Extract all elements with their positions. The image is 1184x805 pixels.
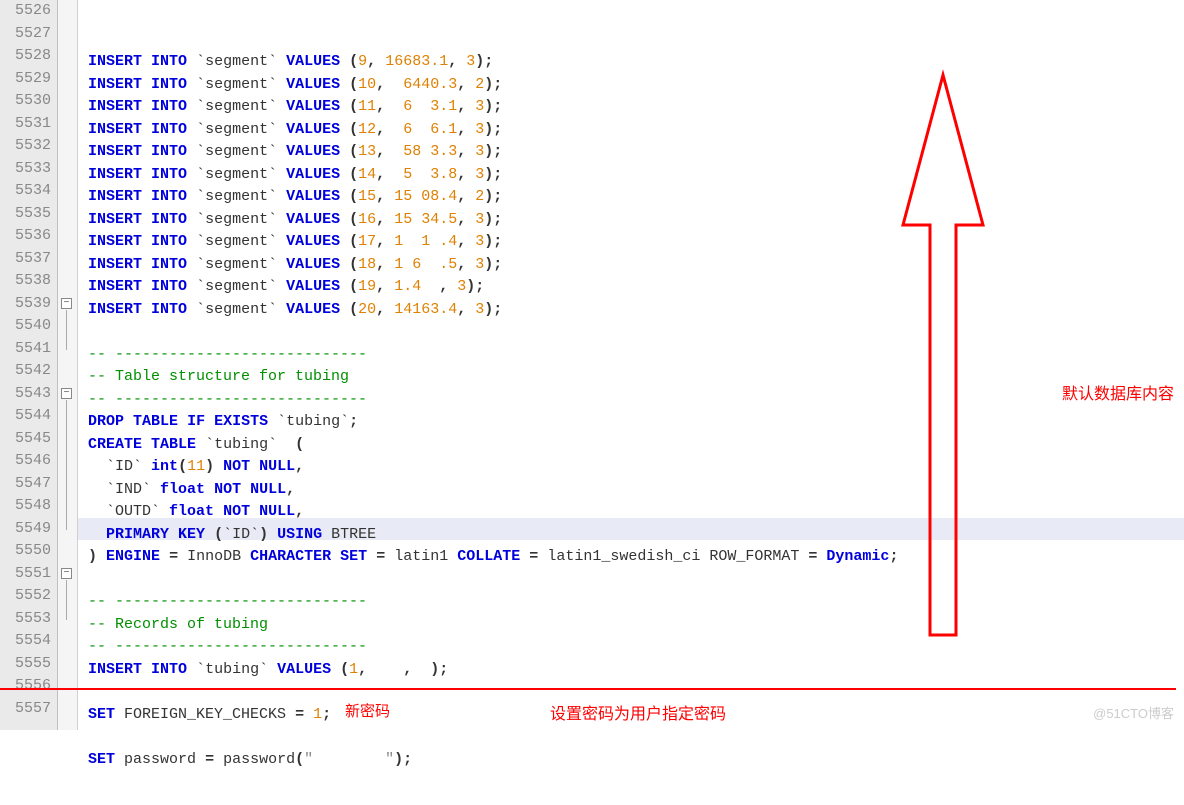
line-number: 5555 (0, 653, 51, 676)
code-line[interactable]: INSERT INTO `segment` VALUES (17, 1 1 .4… (88, 231, 1184, 254)
code-line[interactable]: PRIMARY KEY (`ID`) USING BTREE (88, 524, 1184, 547)
line-number: 5553 (0, 608, 51, 631)
fold-guide (66, 580, 67, 620)
line-number: 5545 (0, 428, 51, 451)
code-line[interactable]: -- ---------------------------- (88, 344, 1184, 367)
code-line[interactable]: INSERT INTO `segment` VALUES (11, 6 3.1,… (88, 96, 1184, 119)
code-line[interactable]: `ID` int(11) NOT NULL, (88, 456, 1184, 479)
line-number: 5548 (0, 495, 51, 518)
annotation-default-db-content: 默认数据库内容 (1062, 380, 1174, 404)
code-line[interactable]: INSERT INTO `segment` VALUES (15, 15 08.… (88, 186, 1184, 209)
line-number: 5538 (0, 270, 51, 293)
line-number: 5530 (0, 90, 51, 113)
code-line[interactable]: -- ---------------------------- (88, 389, 1184, 412)
annotation-set-password-note: 设置密码为用户指定密码 (550, 700, 726, 724)
fold-collapse-icon[interactable]: − (61, 568, 72, 579)
code-line[interactable]: SET password = password(" "); (88, 749, 1184, 772)
line-number: 5544 (0, 405, 51, 428)
code-line[interactable] (88, 569, 1184, 592)
code-line[interactable]: INSERT INTO `segment` VALUES (14, 5 3.8,… (88, 164, 1184, 187)
line-number: 5532 (0, 135, 51, 158)
line-number: 5543 (0, 383, 51, 406)
code-line[interactable]: INSERT INTO `segment` VALUES (16, 15 34.… (88, 209, 1184, 232)
annotation-new-password-label: 新密码 (345, 700, 390, 721)
code-line[interactable]: -- ---------------------------- (88, 591, 1184, 614)
line-number: 5552 (0, 585, 51, 608)
line-number: 5534 (0, 180, 51, 203)
line-number: 5540 (0, 315, 51, 338)
code-line[interactable]: DROP TABLE IF EXISTS `tubing`; (88, 411, 1184, 434)
line-number: 5537 (0, 248, 51, 271)
code-line[interactable]: `OUTD` float NOT NULL, (88, 501, 1184, 524)
line-number: 5554 (0, 630, 51, 653)
line-number: 5557 (0, 698, 51, 721)
code-line[interactable]: -- ---------------------------- (88, 636, 1184, 659)
line-number: 5549 (0, 518, 51, 541)
line-number: 5531 (0, 113, 51, 136)
code-line[interactable]: INSERT INTO `tubing` VALUES (1, , ); (88, 659, 1184, 682)
code-line[interactable]: -- Records of tubing (88, 614, 1184, 637)
line-number: 5547 (0, 473, 51, 496)
fold-collapse-icon[interactable]: − (61, 298, 72, 309)
code-line[interactable]: INSERT INTO `segment` VALUES (9, 16683.1… (88, 51, 1184, 74)
line-number: 5529 (0, 68, 51, 91)
annotation-divider (0, 688, 1176, 690)
code-line[interactable]: CREATE TABLE `tubing` ( (88, 434, 1184, 457)
line-number: 5535 (0, 203, 51, 226)
fold-guide (66, 400, 67, 530)
code-line[interactable]: INSERT INTO `segment` VALUES (20, 14163.… (88, 299, 1184, 322)
code-line[interactable]: INSERT INTO `segment` VALUES (10, 6440.3… (88, 74, 1184, 97)
code-area[interactable]: INSERT INTO `segment` VALUES (9, 16683.1… (78, 0, 1184, 730)
code-editor: 5526 5527 5528 5529 5530 5531 5532 5533 … (0, 0, 1184, 730)
code-line[interactable] (88, 321, 1184, 344)
line-number: 5527 (0, 23, 51, 46)
code-line[interactable]: INSERT INTO `segment` VALUES (13, 58 3.3… (88, 141, 1184, 164)
code-line[interactable]: `IND` float NOT NULL, (88, 479, 1184, 502)
line-number: 5550 (0, 540, 51, 563)
line-number: 5541 (0, 338, 51, 361)
code-line[interactable]: INSERT INTO `segment` VALUES (12, 6 6.1,… (88, 119, 1184, 142)
fold-margin: − − − (58, 0, 78, 730)
fold-guide (66, 310, 67, 350)
code-line[interactable] (88, 726, 1184, 749)
line-number: 5533 (0, 158, 51, 181)
fold-collapse-icon[interactable]: − (61, 388, 72, 399)
code-line[interactable]: INSERT INTO `segment` VALUES (19, 1.4 , … (88, 276, 1184, 299)
line-number: 5546 (0, 450, 51, 473)
line-number: 5542 (0, 360, 51, 383)
code-line[interactable]: -- Table structure for tubing (88, 366, 1184, 389)
watermark-text: @51CTO博客 (1093, 703, 1174, 722)
code-line[interactable]: INSERT INTO `segment` VALUES (18, 1 6 .5… (88, 254, 1184, 277)
line-number-gutter: 5526 5527 5528 5529 5530 5531 5532 5533 … (0, 0, 58, 730)
line-number: 5536 (0, 225, 51, 248)
line-number: 5526 (0, 0, 51, 23)
line-number: 5539 (0, 293, 51, 316)
line-number: 5556 (0, 675, 51, 698)
code-line[interactable]: ) ENGINE = InnoDB CHARACTER SET = latin1… (88, 546, 1184, 569)
line-number: 5551 (0, 563, 51, 586)
line-number: 5528 (0, 45, 51, 68)
